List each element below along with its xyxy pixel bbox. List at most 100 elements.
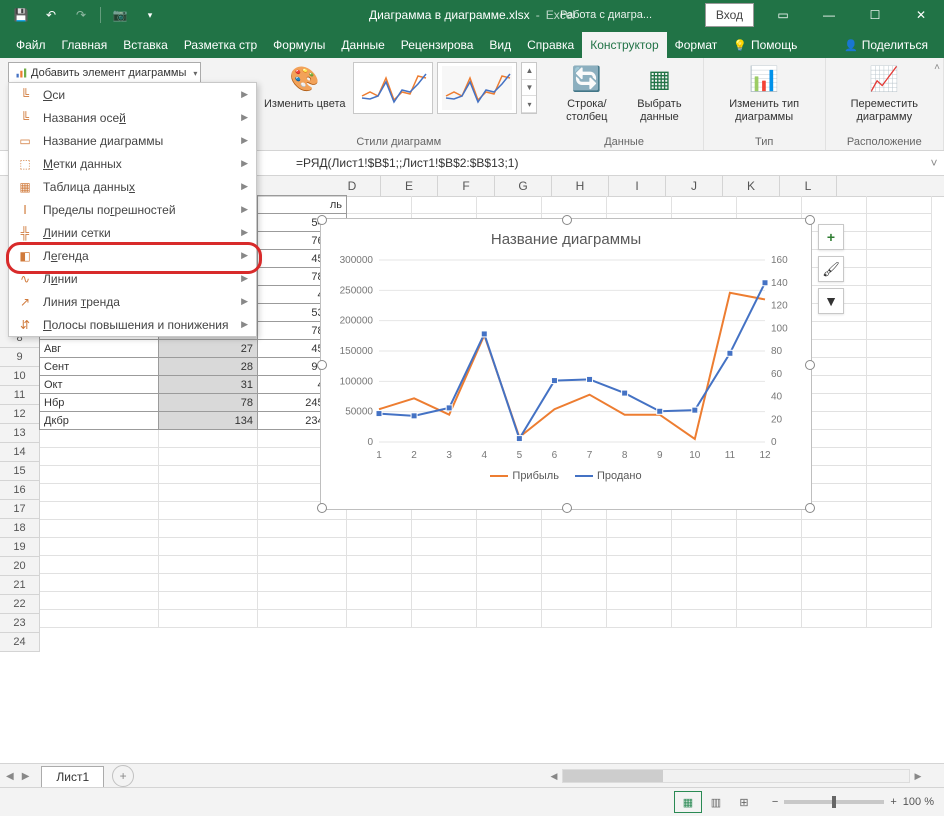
svg-text:60: 60 (771, 369, 783, 380)
chart-styles-gallery[interactable]: ▲▼▾ (353, 62, 537, 114)
col-header[interactable]: E (381, 176, 438, 196)
menu-lines[interactable]: ∿Линии▶ (9, 267, 256, 290)
chart-title[interactable]: Название диаграммы (329, 227, 803, 256)
formula-input[interactable]: =РЯД(Лист1!$B$1;;Лист1!$B$2:$B$13;1) (290, 156, 924, 170)
expand-formula-icon[interactable]: ˅ (924, 156, 944, 170)
tab-help[interactable]: Справка (519, 32, 582, 58)
save-icon[interactable]: 💾 (8, 2, 34, 28)
qat-dropdown-icon[interactable]: ▾ (137, 2, 163, 28)
svg-text:2: 2 (411, 450, 417, 461)
col-header[interactable]: I (609, 176, 666, 196)
svg-text:1: 1 (376, 450, 382, 461)
minimize-icon[interactable]: — (806, 0, 852, 30)
tab-file[interactable]: Файл (8, 32, 54, 58)
svg-text:80: 80 (771, 346, 783, 357)
tab-review[interactable]: Рецензирова (393, 32, 482, 58)
change-colors-icon: 🎨 (289, 64, 321, 96)
ribbon: Добавить элемент диаграммы ╚Оси▶ ╚Назван… (0, 58, 944, 151)
move-chart-button[interactable]: 📈Переместить диаграмму (834, 62, 935, 126)
undo-icon[interactable]: ↶ (38, 2, 64, 28)
svg-text:6: 6 (552, 450, 558, 461)
svg-text:160: 160 (771, 256, 788, 266)
change-colors-button[interactable]: 🎨 Изменить цвета (260, 62, 349, 113)
menu-error-bars[interactable]: ⅠПределы погрешностей▶ (9, 198, 256, 221)
zoom-in-icon[interactable]: + (890, 796, 896, 808)
menu-legend[interactable]: ◧Легенда▶ (9, 244, 256, 267)
style-thumb-1[interactable] (353, 62, 433, 114)
col-header[interactable]: G (495, 176, 552, 196)
page-break-icon[interactable]: ⊞ (730, 791, 758, 813)
gallery-scroll[interactable]: ▲▼▾ (521, 62, 537, 114)
svg-text:50000: 50000 (345, 407, 373, 418)
col-header[interactable]: H (552, 176, 609, 196)
switch-icon: 🔄 (571, 64, 603, 96)
tell-me[interactable]: Помощь (725, 32, 805, 58)
tab-insert[interactable]: Вставка (115, 32, 176, 58)
switch-row-col-button[interactable]: 🔄Строка/столбец (553, 62, 620, 126)
col-header[interactable]: K (723, 176, 780, 196)
data-group-label: Данные (604, 134, 644, 148)
page-layout-icon[interactable]: ▥ (702, 791, 730, 813)
window-title: Диаграмма в диаграмме.xlsx - Excel (369, 8, 575, 22)
tab-data[interactable]: Данные (333, 32, 392, 58)
close-icon[interactable]: ✕ (898, 0, 944, 30)
tab-design[interactable]: Конструктор (582, 32, 666, 58)
col-header[interactable]: F (438, 176, 495, 196)
menu-axes[interactable]: ╚Оси▶ (9, 83, 256, 106)
menu-updown-bars[interactable]: ⇵Полосы повышения и понижения▶ (9, 313, 256, 336)
camera-icon[interactable]: 📷 (107, 2, 133, 28)
svg-text:5: 5 (517, 450, 523, 461)
zoom-out-icon[interactable]: − (772, 796, 778, 808)
svg-text:140: 140 (771, 278, 788, 289)
style-thumb-2[interactable] (437, 62, 517, 114)
chart-filter-button[interactable]: ▼ (818, 288, 844, 314)
status-bar: ▦ ▥ ⊞ − + 100 % (0, 787, 944, 816)
chart-styles-button[interactable]: 🖌 (818, 256, 844, 282)
sheet-nav[interactable]: ◀▶ (0, 771, 35, 782)
maximize-icon[interactable]: ☐ (852, 0, 898, 30)
updown-icon: ⇵ (17, 317, 33, 333)
share-button[interactable]: Поделиться (836, 32, 936, 58)
quick-access-toolbar: 💾 ↶ ↷ 📷 ▾ (0, 2, 171, 28)
login-button[interactable]: Вход (705, 3, 754, 27)
add-sheet-button[interactable]: + (112, 765, 134, 787)
styles-group-label: Стили диаграмм (356, 134, 441, 148)
sheet-tab[interactable]: Лист1 (41, 766, 104, 787)
change-chart-type-button[interactable]: 📊Изменить тип диаграммы (712, 62, 817, 126)
svg-text:200000: 200000 (340, 316, 374, 327)
chart-elements-button[interactable]: + (818, 224, 844, 250)
chart-plot-area[interactable]: 0500001000001500002000002500003000000204… (329, 256, 799, 466)
menu-axis-titles[interactable]: ╚Названия осей▶ (9, 106, 256, 129)
svg-text:4: 4 (481, 450, 487, 461)
col-header[interactable]: L (780, 176, 837, 196)
zoom-control[interactable]: − + 100 % (772, 796, 934, 808)
tab-home[interactable]: Главная (54, 32, 116, 58)
add-element-dropdown: ╚Оси▶ ╚Названия осей▶ ▭Название диаграмм… (8, 82, 257, 337)
zoom-level[interactable]: 100 % (903, 796, 934, 808)
ribbon-display-icon[interactable]: ▭ (760, 0, 806, 30)
select-data-button[interactable]: ▦Выбрать данные (624, 62, 695, 126)
menu-data-labels[interactable]: ⬚Метки данных▶ (9, 152, 256, 175)
normal-view-icon[interactable]: ▦ (674, 791, 702, 813)
horizontal-scrollbar[interactable]: ◀▶ (546, 768, 926, 784)
menu-data-table[interactable]: ▦Таблица данных▶ (9, 175, 256, 198)
titlebar: 💾 ↶ ↷ 📷 ▾ Диаграмма в диаграмме.xlsx - E… (0, 0, 944, 30)
menu-chart-title[interactable]: ▭Название диаграммы▶ (9, 129, 256, 152)
chart-side-buttons: + 🖌 ▼ (818, 224, 844, 314)
legend-2: Продано (597, 470, 642, 482)
svg-text:250000: 250000 (340, 285, 374, 296)
col-header[interactable]: D (324, 176, 381, 196)
collapse-ribbon-icon[interactable]: ˄ (934, 62, 940, 73)
tab-format[interactable]: Формат (667, 32, 726, 58)
tab-layout[interactable]: Разметка стр (176, 32, 265, 58)
redo-icon[interactable]: ↷ (68, 2, 94, 28)
tab-view[interactable]: Вид (481, 32, 519, 58)
view-buttons[interactable]: ▦ ▥ ⊞ (674, 791, 758, 813)
chart-object[interactable]: Название диаграммы 050000100000150000200… (320, 218, 812, 510)
tab-formulas[interactable]: Формулы (265, 32, 333, 58)
menu-gridlines[interactable]: ╬Линии сетки▶ (9, 221, 256, 244)
menu-trendline[interactable]: ↗Линия тренда▶ (9, 290, 256, 313)
zoom-slider[interactable] (784, 800, 884, 804)
chart-legend[interactable]: Прибыль Продано (329, 466, 803, 482)
col-header[interactable]: J (666, 176, 723, 196)
